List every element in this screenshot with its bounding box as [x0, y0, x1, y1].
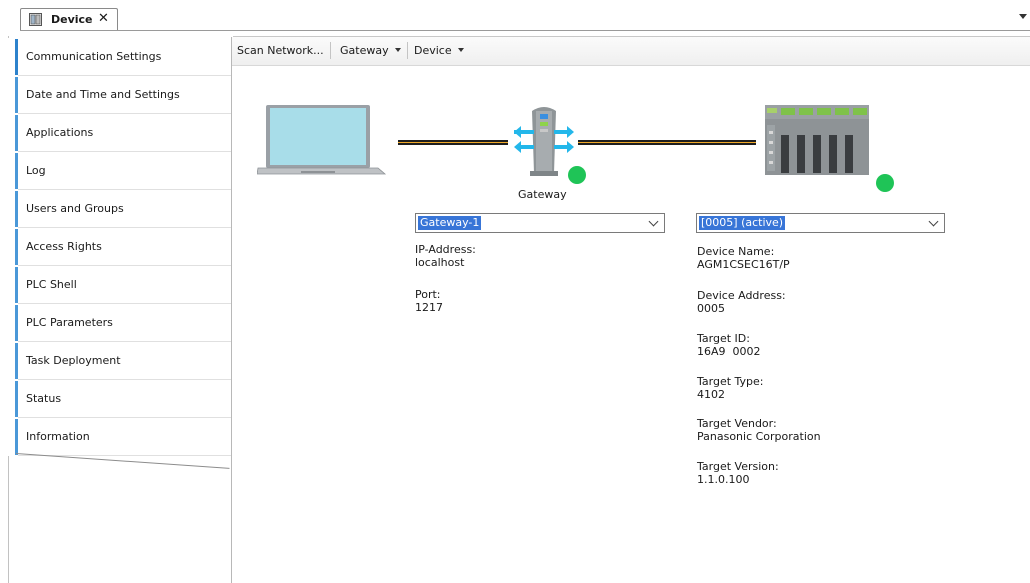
gateway-ip-block: IP-Address: localhost — [415, 243, 476, 269]
gateway-caption: Gateway — [518, 188, 567, 201]
gateway-icon — [514, 107, 574, 176]
navigation-divider — [231, 37, 232, 583]
target-version-label: Target Version: — [697, 460, 779, 473]
nav-item-users-and-groups[interactable]: Users and Groups — [8, 190, 232, 228]
scan-network-button[interactable]: Scan Network... — [237, 44, 324, 57]
nav-item-communication-settings[interactable]: Communication Settings — [8, 38, 232, 76]
gateway-select[interactable]: Gateway-1 — [415, 213, 665, 233]
port-label: Port: — [415, 288, 441, 301]
nav-item-accent-bar — [15, 419, 18, 455]
nav-item-information[interactable]: Information — [8, 418, 232, 456]
tab-title: Device — [51, 13, 93, 26]
nav-item-accent-bar — [15, 305, 18, 341]
tab-device[interactable]: Device ✕ — [20, 8, 118, 31]
nav-item-accent-bar — [15, 267, 18, 303]
close-icon[interactable]: ✕ — [98, 11, 109, 26]
device-tab-icon — [29, 13, 42, 26]
gateway-port-block: Port: 1217 — [415, 288, 443, 314]
nav-item-access-rights[interactable]: Access Rights — [8, 228, 232, 266]
nav-item-label: Status — [26, 392, 62, 405]
nav-item-label: Access Rights — [26, 240, 102, 253]
document-tabstrip: Device ✕ — [0, 0, 1030, 33]
target-vendor-label: Target Vendor: — [697, 417, 777, 430]
chevron-down-icon — [648, 216, 659, 227]
gateway-menu-button[interactable]: Gateway — [340, 44, 401, 57]
nav-item-label: Applications — [26, 126, 94, 139]
nav-item-accent-bar — [15, 343, 18, 379]
device-select-value: [0005] (active) — [699, 216, 786, 230]
nav-item-task-deployment[interactable]: Task Deployment — [8, 342, 232, 380]
nav-item-label: Log — [26, 164, 46, 177]
nav-item-plc-parameters[interactable]: PLC Parameters — [8, 304, 232, 342]
nav-item-label: Date and Time and Settings — [26, 88, 180, 101]
device-status-indicator — [876, 174, 894, 192]
chevron-down-icon — [457, 48, 464, 52]
nav-item-accent-bar — [15, 153, 18, 189]
target-id-block: Target ID: 16A9 0002 — [697, 332, 761, 358]
nav-item-accent-bar — [15, 77, 18, 113]
nav-item-accent-bar — [15, 191, 18, 227]
tab-overflow-dropdown-icon[interactable] — [1019, 14, 1027, 19]
nav-item-applications[interactable]: Applications — [8, 114, 232, 152]
nav-item-accent-bar — [15, 229, 18, 265]
ip-address-value: localhost — [415, 256, 465, 269]
device-menu-button[interactable]: Device — [414, 44, 464, 57]
connection-line-gateway-device — [578, 140, 756, 145]
nav-item-status[interactable]: Status — [8, 380, 232, 418]
target-id-label: Target ID: — [697, 332, 750, 345]
target-type-block: Target Type: 4102 — [697, 375, 764, 401]
device-address-value: 0005 — [697, 302, 725, 315]
device-address-label: Device Address: — [697, 289, 786, 302]
device-menu-label: Device — [414, 44, 452, 57]
toolbar-separator — [407, 42, 408, 59]
target-type-value: 4102 — [697, 388, 725, 401]
nav-item-label: Task Deployment — [26, 354, 121, 367]
ip-address-label: IP-Address: — [415, 243, 476, 256]
target-vendor-value: Panasonic Corporation — [697, 430, 821, 443]
toolbar-separator — [330, 42, 331, 59]
nav-item-plc-shell[interactable]: PLC Shell — [8, 266, 232, 304]
scan-network-label: Scan Network... — [237, 44, 324, 57]
device-address-block: Device Address: 0005 — [697, 289, 786, 315]
target-type-label: Target Type: — [697, 375, 764, 388]
target-version-value: 1.1.0.100 — [697, 473, 750, 486]
gateway-menu-label: Gateway — [340, 44, 389, 57]
connection-line-computer-gateway — [398, 140, 508, 145]
communication-toolbar: Scan Network... Gateway Device — [232, 37, 1030, 66]
nav-item-accent-bar — [15, 115, 18, 151]
tabstrip-divider — [20, 30, 1030, 31]
device-select[interactable]: [0005] (active) — [696, 213, 945, 233]
target-version-block: Target Version: 1.1.0.100 — [697, 460, 779, 486]
nav-item-log[interactable]: Log — [8, 152, 232, 190]
nav-item-accent-bar — [15, 39, 18, 75]
chevron-down-icon — [394, 48, 401, 52]
nav-item-accent-bar — [15, 381, 18, 417]
computer-laptop-icon — [257, 105, 387, 175]
port-value: 1217 — [415, 301, 443, 314]
chevron-down-icon — [928, 216, 939, 227]
gateway-select-value: Gateway-1 — [418, 216, 482, 230]
nav-item-label: PLC Parameters — [26, 316, 113, 329]
device-name-value: AGM1CSEC16T/P — [697, 258, 790, 271]
target-id-value: 16A9 0002 — [697, 345, 761, 358]
device-name-label: Device Name: — [697, 245, 775, 258]
nav-item-label: PLC Shell — [26, 278, 77, 291]
plc-device-icon — [765, 105, 869, 175]
nav-item-label: Information — [26, 430, 90, 443]
nav-item-date-and-time-and-settings[interactable]: Date and Time and Settings — [8, 76, 232, 114]
gateway-status-indicator — [568, 166, 586, 184]
nav-item-label: Communication Settings — [26, 50, 162, 63]
target-vendor-block: Target Vendor: Panasonic Corporation — [697, 417, 821, 443]
nav-item-label: Users and Groups — [26, 202, 124, 215]
device-name-block: Device Name: AGM1CSEC16T/P — [697, 245, 790, 271]
